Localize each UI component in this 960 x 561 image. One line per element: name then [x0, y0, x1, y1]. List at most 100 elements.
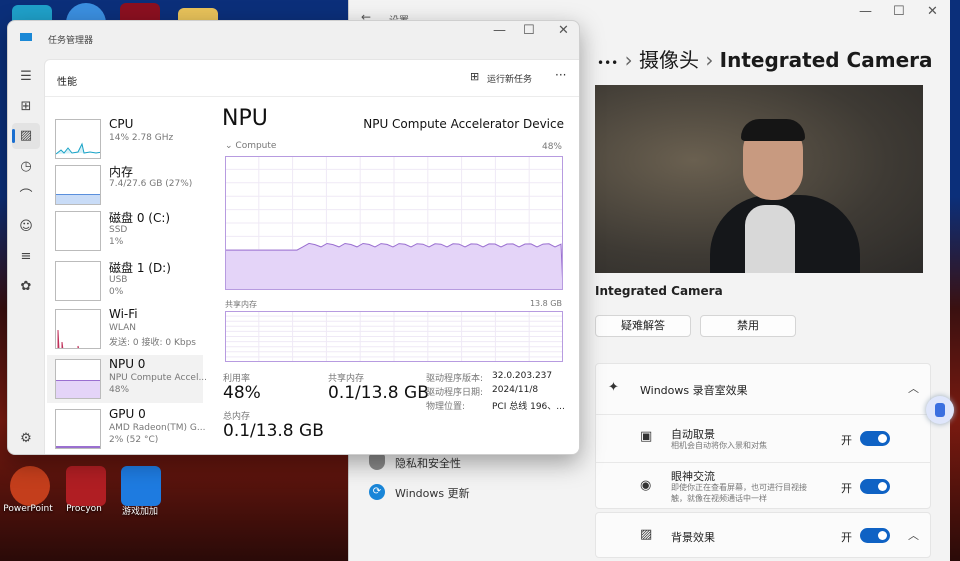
- graph-max: 48%: [541, 142, 562, 152]
- close-button[interactable]: ✕: [558, 23, 569, 38]
- background-effects-icon: ▨: [640, 527, 653, 542]
- graph-label-text: Compute: [235, 141, 277, 151]
- device-subtitle: NPU Compute Accel...: [109, 373, 208, 383]
- device-name: Wi-Fi: [109, 307, 138, 321]
- nav-windows-update[interactable]: Windows 更新: [395, 485, 470, 501]
- eye-contact-toggle[interactable]: [860, 479, 890, 494]
- device-value: 发送: 0 接收: 0 Kbps: [109, 338, 196, 348]
- auto-framing-toggle[interactable]: [860, 431, 890, 446]
- chevron-up-icon[interactable]: ︿: [908, 527, 919, 543]
- task-manager-logo-icon: [20, 33, 32, 41]
- shield-icon: [369, 454, 385, 470]
- background-effects-title[interactable]: 背景效果: [671, 529, 715, 545]
- location-value: PCI 总线 196、...: [492, 402, 565, 412]
- studio-effects-title[interactable]: Windows 录音室效果: [640, 382, 748, 398]
- breadcrumb-parent[interactable]: 摄像头: [639, 48, 699, 72]
- users-icon[interactable]: ☺: [18, 219, 34, 235]
- detail-heading: NPU: [222, 106, 268, 131]
- close-button[interactable]: ✕: [927, 4, 938, 19]
- shared-memory-value: 0.1/13.8 GB: [328, 383, 429, 403]
- person-hair: [741, 119, 805, 141]
- divider: [596, 462, 930, 463]
- device-thumbnail-graph: [55, 261, 101, 301]
- location-label: 物理位置:: [426, 402, 466, 412]
- update-icon: ⟳: [369, 484, 385, 500]
- device-item-6[interactable]: GPU 0 AMD Radeon(TM) G... 2% (52 °C): [47, 405, 206, 453]
- breadcrumb-separator: ›: [624, 48, 633, 72]
- memory-graph-label: 共享内存: [225, 300, 257, 309]
- eye-contact-icon: ◉: [640, 478, 652, 493]
- performance-icon[interactable]: ▨: [18, 128, 34, 144]
- device-subtitle: AMD Radeon(TM) G...: [109, 423, 206, 433]
- floating-assistant-button[interactable]: [926, 396, 954, 424]
- graph-grid: [225, 311, 563, 362]
- procyon-icon[interactable]: [66, 466, 106, 506]
- hamburger-menu-icon[interactable]: ☰: [18, 69, 34, 85]
- compute-graph: [225, 156, 563, 290]
- disable-button[interactable]: 禁用: [700, 315, 796, 337]
- device-item-3[interactable]: 磁盘 1 (D:) USB 0%: [47, 257, 203, 305]
- driver-date-value: 2024/11/8: [492, 385, 539, 395]
- person-shirt: [745, 205, 795, 273]
- settings-gear-icon[interactable]: ⚙: [18, 431, 34, 447]
- assistant-icon: [935, 403, 945, 417]
- device-value: 0%: [109, 287, 124, 297]
- chevron-up-icon[interactable]: ︿: [908, 380, 919, 396]
- troubleshoot-button[interactable]: 疑难解答: [595, 315, 691, 337]
- maximize-button[interactable]: ☐: [523, 23, 535, 38]
- driver-version-value: 32.0.203.237: [492, 371, 553, 381]
- services-icon[interactable]: ✿: [18, 279, 34, 295]
- device-thumbnail-graph: [55, 119, 101, 159]
- device-thumbnail-graph: [55, 211, 101, 251]
- device-thumbnail-graph: [55, 165, 101, 205]
- device-value: 1%: [109, 237, 124, 247]
- auto-framing-icon: ▣: [640, 429, 653, 444]
- breadcrumb-more[interactable]: •••: [597, 56, 618, 70]
- performance-panel: 性能 ⊞ 运行新任务 ··· CPU 14% 2.78 GHz 内存 7.4/2…: [44, 59, 579, 454]
- auto-framing-state: 开: [841, 434, 852, 447]
- breadcrumb: ••• › 摄像头 › Integrated Camera: [597, 44, 933, 73]
- background-effects-toggle[interactable]: [860, 528, 890, 543]
- auto-framing-desc: 相机会自动将你入景和对焦: [671, 441, 767, 450]
- studio-effects-icon: ✦: [608, 380, 619, 395]
- device-name: 内存: [109, 165, 134, 179]
- more-options-button[interactable]: ···: [555, 68, 566, 82]
- device-subtitle: USB: [109, 275, 128, 285]
- processes-icon[interactable]: ⊞: [18, 99, 34, 115]
- device-item-1[interactable]: 内存 7.4/27.6 GB (27%): [47, 161, 203, 209]
- run-task-icon: ⊞: [470, 70, 480, 83]
- section-title: 性能: [57, 77, 77, 88]
- device-name: GPU 0: [109, 407, 146, 421]
- minimize-button[interactable]: —: [493, 23, 506, 38]
- device-item-2[interactable]: 磁盘 0 (C:) SSD 1%: [47, 207, 203, 255]
- game-booster-label[interactable]: 游戏加加: [105, 504, 175, 517]
- maximize-button[interactable]: ☐: [893, 4, 905, 19]
- nav-privacy[interactable]: 隐私和安全性: [395, 455, 461, 471]
- run-new-task-button[interactable]: 运行新任务: [487, 72, 532, 85]
- compute-graph-area: [225, 242, 563, 290]
- background-effects-state: 开: [841, 531, 852, 544]
- device-name: 磁盘 1 (D:): [109, 261, 171, 275]
- device-item-0[interactable]: CPU 14% 2.78 GHz: [47, 115, 203, 163]
- device-item-5[interactable]: NPU 0 NPU Compute Accel... 48%: [47, 355, 207, 403]
- startup-apps-icon[interactable]: ⌒: [18, 189, 34, 205]
- game-booster-icon[interactable]: [121, 466, 161, 506]
- details-icon[interactable]: ≡: [18, 249, 34, 265]
- device-subtitle: WLAN: [109, 323, 137, 333]
- device-name: NPU Compute Accelerator Device: [363, 117, 564, 131]
- divider: [596, 414, 930, 415]
- driver-version-label: 驱动程序版本:: [426, 374, 484, 384]
- eye-contact-state: 开: [841, 482, 852, 495]
- task-manager-window: 任务管理器 — ☐ ✕ ☰ ⊞ ▨ ◷ ⌒ ☺ ≡ ✿ ⚙ 性能 ⊞ 运行新任务…: [7, 20, 580, 455]
- app-history-icon[interactable]: ◷: [18, 159, 34, 175]
- device-value: 48%: [109, 385, 130, 395]
- breadcrumb-separator: ›: [705, 48, 714, 72]
- powerpoint-icon[interactable]: [10, 466, 50, 506]
- driver-date-label: 驱动程序日期:: [426, 388, 484, 398]
- minimize-button[interactable]: —: [859, 4, 872, 19]
- device-item-4[interactable]: Wi-Fi WLAN 发送: 0 接收: 0 Kbps: [47, 305, 203, 353]
- camera-preview: [595, 85, 923, 273]
- camera-name: Integrated Camera: [595, 284, 723, 298]
- thumbnail-fill: [56, 379, 100, 398]
- memory-graph-max: 13.8 GB: [529, 299, 562, 308]
